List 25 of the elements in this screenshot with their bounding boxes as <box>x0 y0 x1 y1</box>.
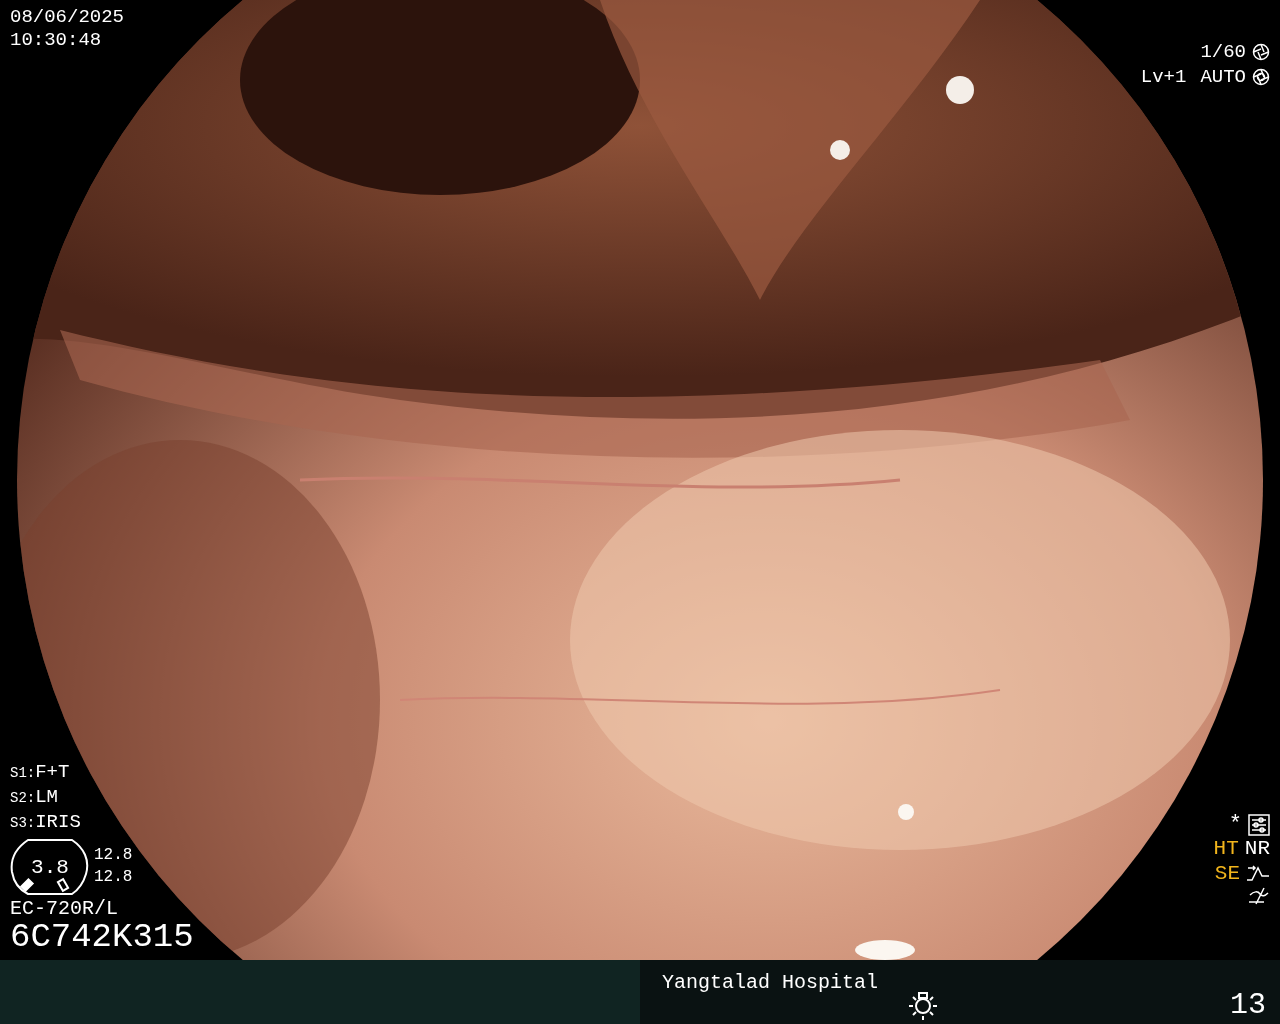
aperture-icon <box>1252 68 1270 87</box>
scope-setting: S1:F+T <box>10 760 70 785</box>
lamp-icon <box>908 990 939 1020</box>
slash-wave-icon <box>1248 886 1270 906</box>
gauge-reading: 12.8 <box>94 867 133 889</box>
light-level: Lv+1 <box>1140 64 1187 90</box>
date-text: 08/06/2025 <box>10 6 125 29</box>
zoom-value: 3.8 <box>31 854 69 881</box>
hospital-name: Yangtalad Hospital <box>662 970 879 996</box>
scope-setting: S3:IRIS <box>10 809 81 835</box>
scope-serial: 6C742K315 <box>10 920 194 956</box>
shutter-speed: 1/60 <box>1200 40 1246 65</box>
time-text: 10:30:48 <box>10 28 102 52</box>
gauge-reading: 12.8 <box>94 844 133 866</box>
curve-icon <box>1246 864 1270 883</box>
iris-mode: AUTO <box>1200 64 1246 90</box>
asterisk-mark: * <box>1228 813 1242 836</box>
enhancement-label: NR <box>1244 835 1270 861</box>
frame-number: 13 <box>1230 988 1266 1022</box>
shutter-icon <box>1252 43 1270 62</box>
scope-setting: S2:LM <box>10 784 59 810</box>
enhancement-label: HT <box>1213 835 1239 861</box>
enhancement-label: SE <box>1214 860 1240 886</box>
scope-model: EC-720R/L <box>10 898 119 921</box>
sliders-icon <box>1248 813 1270 836</box>
